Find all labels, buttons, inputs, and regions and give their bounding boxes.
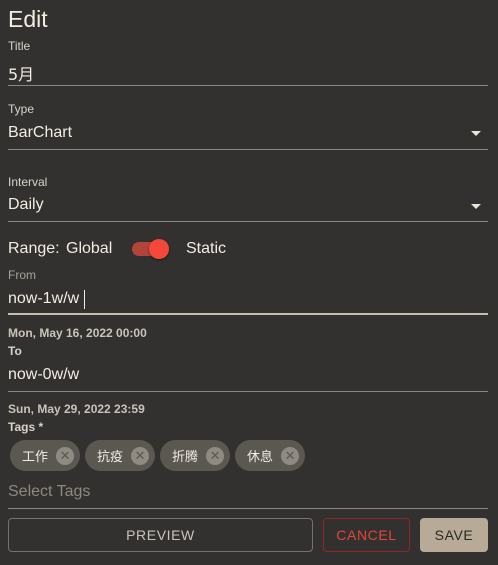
tag-chip[interactable]: 折腾 ✕ (160, 440, 231, 471)
close-icon[interactable]: ✕ (206, 446, 225, 465)
title-field-input[interactable]: 5月 (8, 61, 34, 85)
tag-chip-label: 休息 (247, 450, 274, 465)
to-field-input[interactable]: now-0w/w (8, 366, 79, 384)
range-toggle-thumb[interactable] (149, 239, 169, 259)
tag-chip-label: 折腾 (172, 450, 199, 465)
chevron-down-icon[interactable] (471, 204, 481, 209)
tag-chip[interactable]: 工作 ✕ (10, 440, 81, 471)
close-icon[interactable]: ✕ (281, 446, 300, 465)
from-field-input[interactable]: now-1w/w (8, 290, 79, 308)
close-icon[interactable]: ✕ (131, 446, 150, 465)
range-option-static[interactable]: Static (186, 240, 226, 258)
to-field-helper: Sun, May 29, 2022 23:59 (8, 402, 145, 416)
dialog-title: Edit (8, 6, 48, 32)
cancel-button[interactable]: CANCEL (323, 518, 410, 552)
text-cursor (84, 290, 85, 309)
title-field-label: Title (8, 39, 31, 53)
to-field-underline (8, 391, 488, 392)
tags-input-underline (8, 508, 488, 509)
from-field-label: From (8, 268, 36, 282)
tag-chip[interactable]: 休息 ✕ (235, 440, 306, 471)
interval-select-underline (8, 221, 488, 222)
type-select-underline (8, 149, 488, 150)
tag-chip-label: 工作 (22, 450, 49, 465)
tag-chip-list: 工作 ✕ 抗疫 ✕ 折腾 ✕ 休息 ✕ (10, 440, 306, 471)
to-field-label: To (8, 344, 22, 358)
save-button[interactable]: SAVE (420, 518, 488, 552)
type-select[interactable]: BarChart (8, 124, 72, 142)
from-field-underline (8, 313, 488, 315)
range-option-global[interactable]: Global (66, 240, 112, 258)
tags-label: Tags * (8, 420, 44, 434)
preview-button[interactable]: PREVIEW (8, 518, 313, 552)
range-label: Range: (8, 240, 60, 257)
tags-input[interactable]: Select Tags (8, 483, 90, 501)
title-field-underline (8, 85, 488, 86)
interval-select-label: Interval (8, 175, 48, 189)
close-icon[interactable]: ✕ (56, 446, 75, 465)
interval-select[interactable]: Daily (8, 196, 44, 214)
type-select-label: Type (8, 102, 35, 116)
chevron-down-icon[interactable] (471, 131, 481, 136)
tag-chip[interactable]: 抗疫 ✕ (85, 440, 156, 471)
tag-chip-label: 抗疫 (97, 450, 124, 465)
from-field-helper: Mon, May 16, 2022 00:00 (8, 326, 147, 340)
